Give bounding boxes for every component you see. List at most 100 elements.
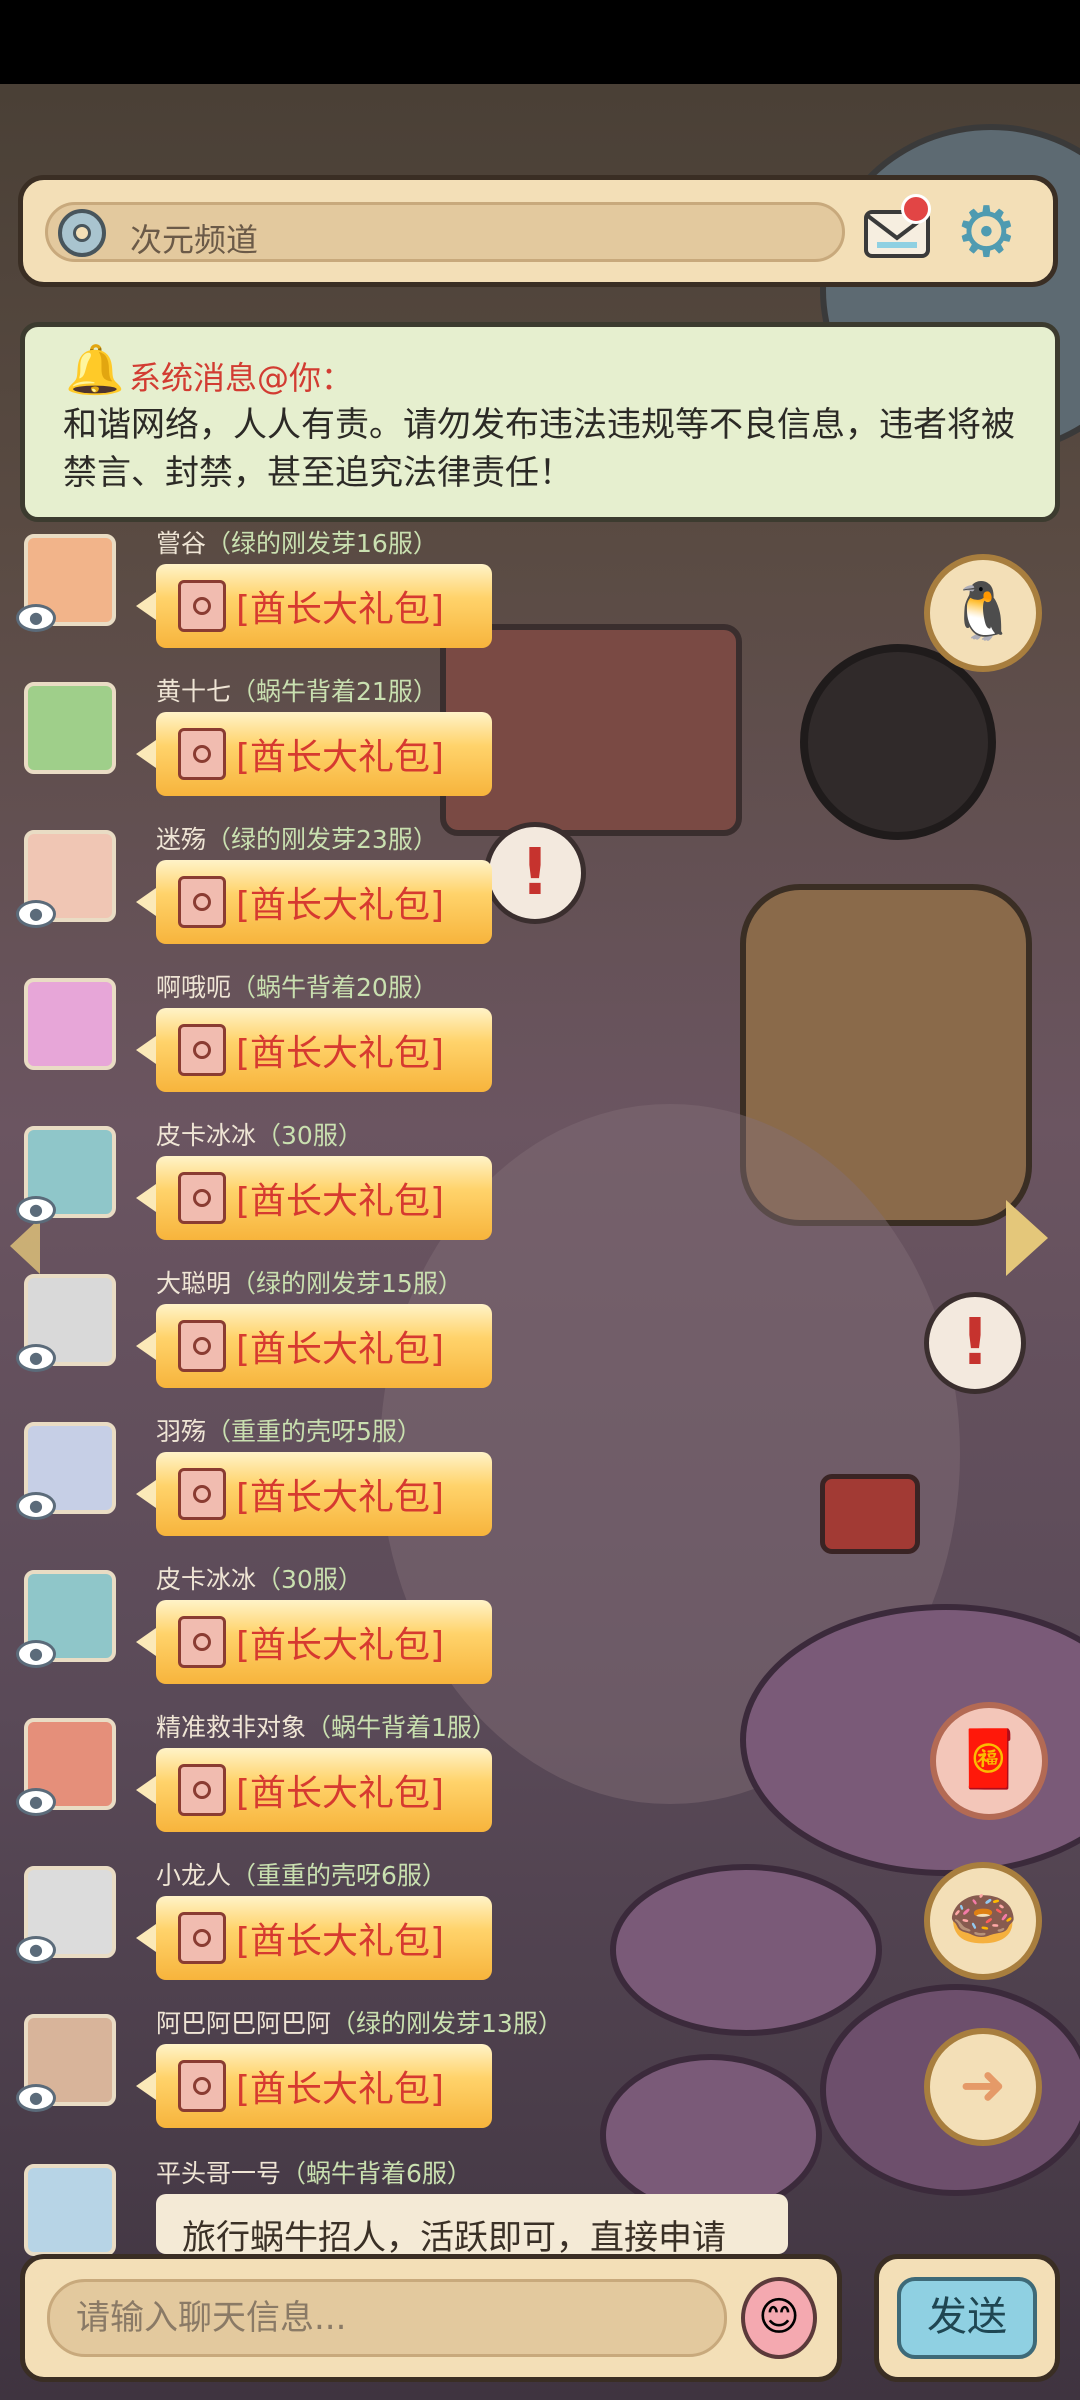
sender-server: （蜗牛背着6服） [281,2159,472,2188]
sender-server: （蜗牛背着20服） [231,973,438,1002]
gift-bubble[interactable]: [酋长大礼包] [136,860,492,944]
message-item: ● 精准救非对象（蜗牛背着1服） [酋长大礼包] [0,1708,700,1856]
sender-label[interactable]: 羽殇（重重的壳呀5服） [156,1412,422,1448]
message-item: ● 小龙人（重重的壳呀6服） [酋长大礼包] [0,1856,700,2004]
red-packet-icon [178,1468,226,1520]
eye-icon: ● [16,2084,56,2112]
message-text: 旅行蜗牛招人，活跃即可，直接申请 [182,2218,726,2254]
system-message-body: 和谐网络，人人有责。请勿发布违法违规等不良信息，违者将被禁言、封禁，甚至追究法律… [63,405,1015,493]
gift-text: [酋长大礼包] [236,589,445,630]
sender-label[interactable]: 迷殇（绿的刚发芽23服） [156,820,438,856]
avatar[interactable] [24,978,116,1070]
channel-name: 次元频道 [130,221,259,259]
gift-text: [酋长大礼包] [236,737,445,778]
gift-bubble[interactable]: [酋长大礼包] [136,1600,492,1684]
red-packet-icon [178,580,226,632]
red-packet-icon [178,1172,226,1224]
red-packet-icon [178,1616,226,1668]
sender-label[interactable]: 精准救非对象（蜗牛背着1服） [156,1708,497,1744]
channel-selector[interactable]: 次元频道 [45,202,845,262]
gift-bubble[interactable]: [酋长大礼包] [136,2044,492,2128]
message-item: ● 阿巴阿巴阿巴阿（绿的刚发芽13服） [酋长大礼包] [0,2004,700,2152]
message-item: ● 羽殇（重重的壳呀5服） [酋长大礼包] [0,1412,700,1560]
sender-label[interactable]: 啊哦呃（蜗牛背着20服） [156,968,438,1004]
message-bubble[interactable]: 旅行蜗牛招人，活跃即可，直接申请 [156,2194,788,2254]
mailbox-decoration [820,1474,920,1554]
donut-button[interactable]: 🍩 [924,1862,1042,1980]
gift-bubble[interactable]: [酋长大礼包] [136,1896,492,1980]
system-message-title: 系统消息@你： [129,359,354,397]
sender-server: （蜗牛背着1服） [306,1713,497,1742]
sender-label[interactable]: 阿巴阿巴阿巴阿（绿的刚发芽13服） [156,2004,563,2040]
message-item: ● 皮卡冰冰（30服） [酋长大礼包] [0,1560,700,1708]
sender-name: 黄十七 [156,677,232,706]
gift-bubble[interactable]: [酋长大礼包] [136,1156,492,1240]
system-message: 🔔 系统消息@你： 和谐网络，人人有责。请勿发布违法违规等不良信息，违者将被禁言… [20,322,1060,522]
sender-server: （重重的壳呀5服） [206,1417,422,1446]
red-packet-icon [178,1912,226,1964]
sender-name: 啊哦呃 [156,973,232,1002]
alert-icon[interactable]: ! [924,1292,1026,1394]
sender-label[interactable]: 嘗谷（绿的刚发芽16服） [156,524,438,560]
mail-icon[interactable] [863,194,933,262]
gift-text: [酋长大礼包] [236,1181,445,1222]
sender-label[interactable]: 小龙人（重重的壳呀6服） [156,1856,447,1892]
red-packet-icon: 🧧 [954,1727,1024,1792]
message-item: ● 迷殇（绿的刚发芽23服） [酋长大礼包] [0,820,700,968]
sender-name: 嘗谷 [156,529,207,558]
message-item: ● 皮卡冰冰（30服） [酋长大礼包] [0,1116,700,1264]
sender-name: 阿巴阿巴阿巴阿 [156,2009,332,2038]
sender-server: （重重的壳呀6服） [231,1861,447,1890]
gift-text: [酋长大礼包] [236,1773,445,1814]
planet-icon [58,209,106,257]
sender-name: 羽殇 [156,1417,207,1446]
gift-bubble[interactable]: [酋长大礼包] [136,1748,492,1832]
gift-text: [酋长大礼包] [236,1625,445,1666]
gift-bubble[interactable]: [酋长大礼包] [136,1304,492,1388]
chat-input[interactable] [47,2279,727,2357]
send-button[interactable]: 发送 [874,2254,1060,2382]
avatar[interactable] [24,682,116,774]
sender-name: 平头哥一号 [156,2159,282,2188]
gift-text: [酋长大礼包] [236,885,445,926]
next-button[interactable]: ➜ [924,2028,1042,2146]
sender-server: （绿的刚发芽13服） [331,2009,563,2038]
arrow-right-icon[interactable] [1006,1200,1048,1276]
red-packet-icon [178,1320,226,1372]
red-packet-icon [178,2060,226,2112]
red-packet-icon [178,876,226,928]
gift-bubble[interactable]: [酋长大礼包] [136,1452,492,1536]
eye-icon: ● [16,1936,56,1964]
gear-icon[interactable]: ⚙ [955,194,1018,270]
eye-icon: ● [16,1640,56,1668]
eye-icon: ● [16,1196,56,1224]
sender-label[interactable]: 大聪明（绿的刚发芽15服） [156,1264,463,1300]
sender-server: （蜗牛背着21服） [231,677,438,706]
sender-name: 精准救非对象 [156,1713,307,1742]
gift-bubble[interactable]: [酋长大礼包] [136,712,492,796]
emoji-icon[interactable]: 😊 [741,2277,817,2359]
sender-server: （30服） [256,1565,363,1594]
gift-text: [酋长大礼包] [236,1921,445,1962]
gift-bubble[interactable]: [酋长大礼包] [136,1008,492,1092]
message-item: 黄十七（蜗牛背着21服） [酋长大礼包] [0,672,700,820]
sender-name: 迷殇 [156,825,207,854]
gift-text: [酋长大礼包] [236,2069,445,2110]
sender-label[interactable]: 平头哥一号（蜗牛背着6服） [156,2154,472,2190]
eye-icon: ● [16,900,56,928]
eye-icon: ● [16,1788,56,1816]
sender-label[interactable]: 皮卡冰冰（30服） [156,1560,363,1596]
wheel-decoration [800,644,996,840]
bell-icon: 🔔 [65,342,125,398]
red-packet-button[interactable]: 🧧 [930,1702,1048,1820]
eye-icon: ● [16,1492,56,1520]
penguin-button[interactable]: 🐧 [924,554,1042,672]
sender-server: （绿的刚发芽16服） [206,529,438,558]
notification-dot [901,194,931,224]
donut-icon: 🍩 [948,1887,1018,1952]
sender-label[interactable]: 皮卡冰冰（30服） [156,1116,363,1152]
gift-bubble[interactable]: [酋长大礼包] [136,564,492,648]
gift-text: [酋长大礼包] [236,1329,445,1370]
avatar[interactable] [24,2164,116,2256]
sender-label[interactable]: 黄十七（蜗牛背着21服） [156,672,438,708]
